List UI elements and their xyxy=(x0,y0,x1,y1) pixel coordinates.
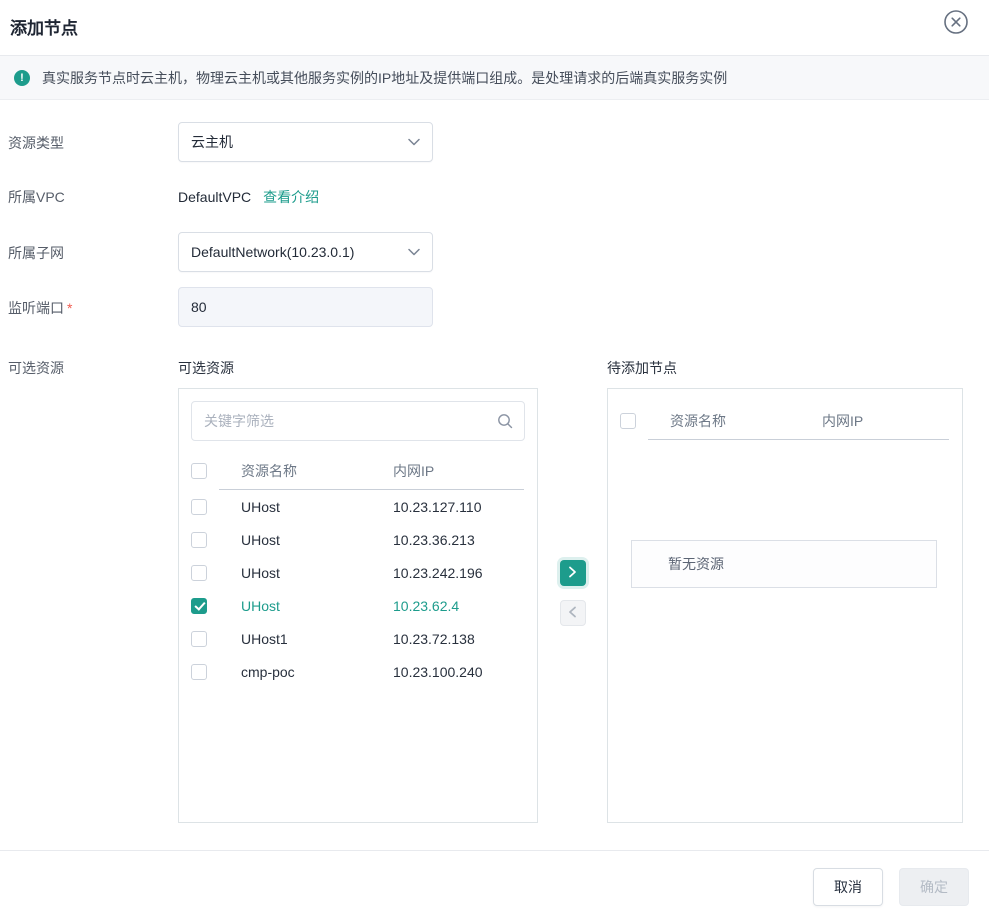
move-left-button[interactable] xyxy=(560,600,586,626)
select-all-checkbox[interactable] xyxy=(191,463,207,479)
add-node-dialog: 添加节点 ! 真实服务节点时云主机，物理云主机或其他服务实例的IP地址及提供端口… xyxy=(0,0,989,923)
cell-resource-name: UHost1 xyxy=(241,631,393,647)
table-row[interactable]: cmp-poc 10.23.100.240 xyxy=(179,655,537,688)
selected-table-header: 资源名称 内网IP xyxy=(608,403,962,439)
row-checkbox[interactable] xyxy=(191,598,207,614)
chevron-down-icon xyxy=(408,133,420,151)
search-icon xyxy=(497,413,513,434)
row-checkbox[interactable] xyxy=(191,664,207,680)
cell-resource-name: UHost xyxy=(241,565,393,581)
search-input[interactable] xyxy=(191,401,525,441)
cell-resource-name: UHost xyxy=(241,598,393,614)
subnet-select[interactable]: DefaultNetwork(10.23.0.1) xyxy=(178,232,433,272)
cell-internal-ip: 10.23.242.196 xyxy=(393,565,525,581)
available-rows: UHost 10.23.127.110 UHost 10.23.36.213 U… xyxy=(179,490,537,688)
listen-port-input[interactable] xyxy=(178,287,433,327)
row-checkbox[interactable] xyxy=(191,631,207,647)
empty-state-text: 暂无资源 xyxy=(668,554,724,574)
dialog-footer: 取消 确定 xyxy=(0,850,989,923)
vpc-intro-link[interactable]: 查看介绍 xyxy=(263,187,319,207)
add-node-form: 资源类型 云主机 所属VPC DefaultVPC 查看介绍 所属子网 Defa… xyxy=(0,100,989,823)
empty-state: 暂无资源 xyxy=(631,540,937,588)
row-checkbox[interactable] xyxy=(191,565,207,581)
vpc-value: DefaultVPC xyxy=(178,189,251,205)
resources-row: 可选资源 可选资源 xyxy=(8,358,981,823)
column-header-name: 资源名称 xyxy=(670,411,822,431)
available-panel: 可选资源 xyxy=(178,358,538,823)
row-checkbox[interactable] xyxy=(191,499,207,515)
selected-panel: 待添加节点 资源名称 内网IP 暂无资源 xyxy=(607,358,963,823)
info-banner: ! 真实服务节点时云主机，物理云主机或其他服务实例的IP地址及提供端口组成。是处… xyxy=(0,56,989,100)
column-header-ip: 内网IP xyxy=(822,411,950,431)
info-icon: ! xyxy=(14,70,30,86)
close-button[interactable] xyxy=(942,8,970,36)
cell-internal-ip: 10.23.127.110 xyxy=(393,499,525,515)
dialog-title: 添加节点 xyxy=(10,14,979,39)
select-all-checkbox[interactable] xyxy=(620,413,636,429)
vpc-row: 所属VPC DefaultVPC 查看介绍 xyxy=(8,187,981,207)
table-row[interactable]: UHost1 10.23.72.138 xyxy=(179,622,537,655)
table-row[interactable]: UHost 10.23.127.110 xyxy=(179,490,537,523)
resource-type-label: 资源类型 xyxy=(8,122,178,162)
table-row[interactable]: UHost 10.23.36.213 xyxy=(179,523,537,556)
chevron-right-icon xyxy=(568,566,577,581)
confirm-button[interactable]: 确定 xyxy=(899,868,969,906)
required-mark: * xyxy=(67,300,72,316)
info-banner-text: 真实服务节点时云主机，物理云主机或其他服务实例的IP地址及提供端口组成。是处理请… xyxy=(42,68,727,88)
dialog-header: 添加节点 xyxy=(0,0,989,56)
resource-type-value: 云主机 xyxy=(191,132,408,152)
column-header-name: 资源名称 xyxy=(241,461,393,481)
header-divider xyxy=(648,439,949,440)
close-icon xyxy=(942,24,970,39)
cell-resource-name: cmp-poc xyxy=(241,664,393,680)
column-header-ip: 内网IP xyxy=(393,461,525,481)
cancel-button[interactable]: 取消 xyxy=(813,868,883,906)
cell-internal-ip: 10.23.62.4 xyxy=(393,598,525,614)
table-row[interactable]: UHost 10.23.62.4 xyxy=(179,589,537,622)
transfer-controls xyxy=(538,358,607,626)
cell-internal-ip: 10.23.100.240 xyxy=(393,664,525,680)
subnet-label: 所属子网 xyxy=(8,232,178,272)
chevron-down-icon xyxy=(408,243,420,261)
move-right-button[interactable] xyxy=(560,560,586,586)
selected-panel-title: 待添加节点 xyxy=(607,358,963,378)
available-table-header: 资源名称 内网IP xyxy=(179,453,537,489)
listen-port-row: 监听端口* xyxy=(8,287,981,327)
cell-resource-name: UHost xyxy=(241,532,393,548)
available-panel-title: 可选资源 xyxy=(178,358,538,378)
vpc-label: 所属VPC xyxy=(8,187,178,207)
table-row[interactable]: UHost 10.23.242.196 xyxy=(179,556,537,589)
resource-type-row: 资源类型 云主机 xyxy=(8,122,981,162)
row-checkbox[interactable] xyxy=(191,532,207,548)
cell-internal-ip: 10.23.36.213 xyxy=(393,532,525,548)
chevron-left-icon xyxy=(568,606,577,621)
subnet-row: 所属子网 DefaultNetwork(10.23.0.1) xyxy=(8,232,981,272)
cell-internal-ip: 10.23.72.138 xyxy=(393,631,525,647)
resource-type-select[interactable]: 云主机 xyxy=(178,122,433,162)
subnet-value: DefaultNetwork(10.23.0.1) xyxy=(191,244,408,260)
resource-transfer: 可选资源 xyxy=(178,358,963,823)
resources-label: 可选资源 xyxy=(8,358,178,823)
listen-port-label: 监听端口* xyxy=(8,287,178,327)
cell-resource-name: UHost xyxy=(241,499,393,515)
